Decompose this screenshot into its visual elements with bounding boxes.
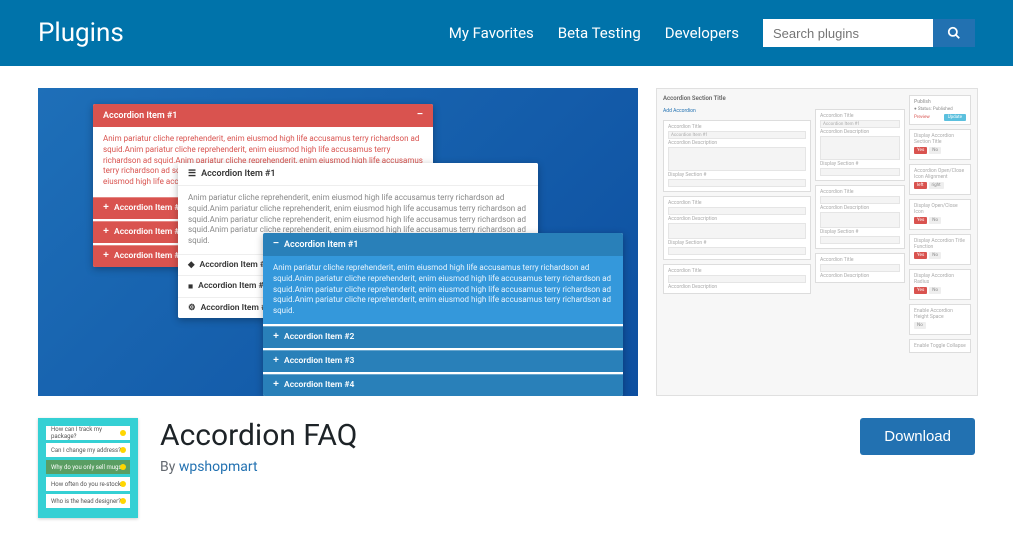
accordion-header: ☰Accordion Item #1: [178, 163, 538, 186]
gear-icon: ⚙: [188, 303, 196, 313]
plus-icon: +: [103, 203, 109, 214]
author-link[interactable]: wpshopmart: [179, 459, 258, 475]
minus-icon: −: [273, 239, 279, 250]
search-input[interactable]: [763, 19, 933, 47]
plugin-author: By wpshopmart: [160, 459, 838, 475]
nav-beta[interactable]: Beta Testing: [558, 24, 641, 42]
side-card: Accordion Title Accordion Item #1 Accord…: [663, 120, 811, 192]
dot-icon: [120, 481, 126, 487]
faq-bar: How can I track my package?: [46, 426, 130, 440]
page-title: Plugins: [38, 18, 124, 48]
faq-bar-active: Why do you only sell mugs?: [46, 460, 130, 474]
setting-title-function: Display Accordion Title Function YesNo: [909, 234, 971, 265]
plus-icon: +: [103, 251, 109, 262]
accordion-card-blue: −Accordion Item #1 Anim pariatur cliche …: [263, 233, 623, 396]
plus-icon: +: [273, 356, 279, 367]
plugin-title: Accordion FAQ: [160, 418, 838, 453]
stack-icon: ☰: [188, 169, 196, 179]
add-accordion-link: Add Accordion: [663, 108, 811, 114]
minus-icon: −: [417, 110, 423, 121]
header: Plugins My Favorites Beta Testing Develo…: [0, 0, 1013, 66]
accordion-header: Accordion Item #1 −: [93, 104, 433, 127]
plus-icon: +: [103, 227, 109, 238]
accordion-header: −Accordion Item #1: [263, 233, 623, 256]
accordion-row: +Accordion Item #2: [263, 326, 623, 348]
side-card: Accordion Title Accordion Description: [663, 264, 811, 294]
search-icon: [947, 26, 961, 40]
plugin-meta: Accordion FAQ By wpshopmart: [160, 418, 838, 475]
accordion-title: Accordion Item #1: [103, 111, 177, 121]
setting-radius: Display Accordion Radius YesNo: [909, 269, 971, 300]
plugin-row: How can I track my package? Can I change…: [0, 396, 1013, 540]
dot-icon: [120, 430, 126, 436]
side-card: Accordion Title Accordion Description Di…: [815, 185, 905, 249]
setting-section-title: Display Accordion Section Title YesNo: [909, 129, 971, 160]
download-button[interactable]: Download: [860, 418, 975, 455]
header-nav: My Favorites Beta Testing Developers: [449, 19, 975, 47]
setting-open-close: Display Open/Close Icon YesNo: [909, 199, 971, 230]
search-group: [763, 19, 975, 47]
side-card: Accordion Title Accordion Description Di…: [663, 196, 811, 260]
banner-main: Accordion Item #1 − Anim pariatur cliche…: [38, 88, 638, 396]
plus-icon: +: [273, 380, 279, 391]
side-mid-col: Accordion Title Accordion Item #1 Accord…: [815, 95, 905, 389]
side-card: Accordion Title Accordion Description: [815, 253, 905, 283]
dot-icon: [120, 498, 126, 504]
faq-bar: Who is the head designer?: [46, 494, 130, 508]
dot-icon: [120, 464, 126, 470]
diamond-icon: ◆: [188, 260, 195, 270]
accordion-body: Anim pariatur cliche reprehenderit, enim…: [263, 256, 623, 324]
square-icon: ■: [188, 281, 193, 292]
dot-icon: [120, 447, 126, 453]
nav-developers[interactable]: Developers: [665, 24, 739, 42]
side-right-col: Publish ● Status: Published PreviewUpdat…: [909, 95, 971, 389]
side-card: Accordion Title Accordion Item #1 Accord…: [815, 109, 905, 181]
accordion-row: +Accordion Item #3: [263, 350, 623, 372]
plus-icon: +: [273, 332, 279, 343]
side-left-col: Accordion Section Title Add Accordion Ac…: [663, 95, 811, 389]
setting-alignment: Accordion Open/Close Icon Alignment left…: [909, 164, 971, 195]
plugin-icon: How can I track my package? Can I change…: [38, 418, 138, 518]
banner-side: Accordion Section Title Add Accordion Ac…: [656, 88, 978, 396]
faq-bar: Can I change my address?: [46, 443, 130, 457]
nav-favorites[interactable]: My Favorites: [449, 24, 534, 42]
banner-row: Accordion Item #1 − Anim pariatur cliche…: [0, 66, 1013, 396]
setting-height-space: Enable Accordion Height Space No: [909, 304, 971, 335]
search-button[interactable]: [933, 19, 975, 47]
accordion-row: +Accordion Item #4: [263, 374, 623, 396]
faq-bar: How often do you re-stock?: [46, 477, 130, 491]
side-section-title: Accordion Section Title: [663, 95, 811, 102]
publish-box: Publish ● Status: Published PreviewUpdat…: [909, 95, 971, 125]
setting-toggle-collapse: Enable Toggle Collapse: [909, 339, 971, 353]
